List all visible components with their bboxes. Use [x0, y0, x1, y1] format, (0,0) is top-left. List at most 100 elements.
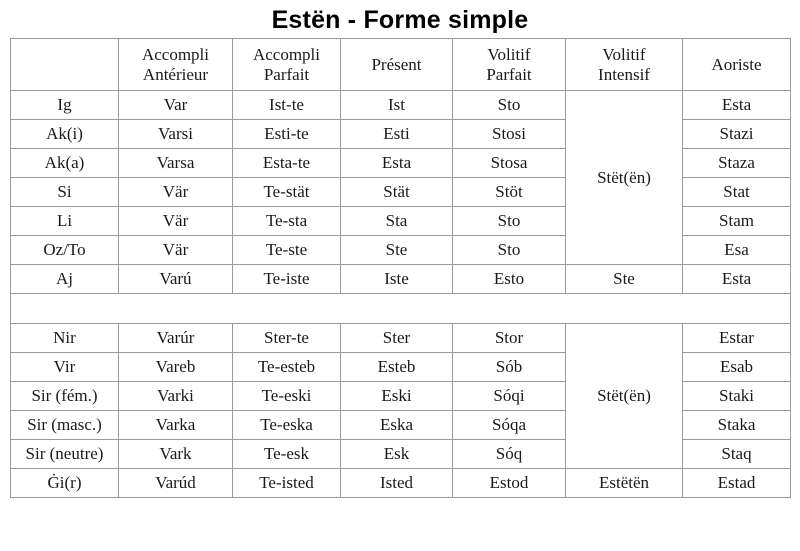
- cell-volitif-parfait: Sóqi: [452, 381, 566, 411]
- cell-aoriste: Esa: [682, 235, 791, 265]
- cell-pronoun: Ġi(r): [10, 468, 119, 498]
- column-header-volitif-intensif: Volitif Intensif: [565, 38, 683, 91]
- cell-accompli-anterieur: Varka: [118, 410, 233, 440]
- column-header-present: Présent: [340, 38, 453, 91]
- table-row: Ġi(r) Varúd Te-isted Isted Estod Estëtën Estad: [10, 468, 791, 498]
- table-body: Accompli Antérieur Accompli Parfait Présent V…: [10, 38, 791, 498]
- cell-aoriste: Staza: [682, 148, 791, 178]
- cell-volitif-intensif-merged: Stët(ën): [565, 90, 683, 265]
- column-header-accompli-parfait: Accompli Parfait: [232, 38, 341, 91]
- column-header-line2: Parfait: [486, 64, 532, 84]
- cell-accompli-anterieur: Vark: [118, 439, 233, 469]
- spacer-cell: [10, 293, 791, 324]
- cell-aoriste: Stam: [682, 206, 791, 236]
- column-header-volitif-parfait: Volitif Parfait: [452, 38, 566, 91]
- cell-aoriste: Estad: [682, 468, 791, 498]
- cell-pronoun: Ig: [10, 90, 119, 120]
- cell-pronoun: Sir (neutre): [10, 439, 119, 469]
- column-header-aoriste: Aoriste: [682, 38, 791, 91]
- cell-accompli-parfait: Ist-te: [232, 90, 341, 120]
- cell-accompli-anterieur: Varki: [118, 381, 233, 411]
- cell-aoriste: Esta: [682, 90, 791, 120]
- cell-aoriste: Esab: [682, 352, 791, 382]
- cell-accompli-parfait: Esti-te: [232, 119, 341, 149]
- cell-volitif-intensif-merged: Stët(ën): [565, 323, 683, 469]
- cell-aoriste: Estar: [682, 323, 791, 353]
- cell-pronoun: Ak(a): [10, 148, 119, 178]
- table-header-row: Accompli Antérieur Accompli Parfait Présent V…: [10, 38, 791, 91]
- cell-accompli-parfait: Te-esteb: [232, 352, 341, 382]
- cell-present: Esti: [340, 119, 453, 149]
- cell-present: Eski: [340, 381, 453, 411]
- cell-present: Sta: [340, 206, 453, 236]
- page-root: Estën - Forme simple Accompli Antérieur Ac…: [0, 0, 800, 551]
- table-row: Ig Var Ist-te Ist Sto Stët(ën) Esta: [10, 90, 791, 265]
- cell-pronoun: Li: [10, 206, 119, 236]
- cell-accompli-parfait: Ster-te: [232, 323, 341, 353]
- cell-present: Eska: [340, 410, 453, 440]
- cell-volitif-parfait: Sto: [452, 90, 566, 120]
- column-header-line1: Accompli: [252, 44, 321, 64]
- cell-aoriste: Staki: [682, 381, 791, 411]
- cell-volitif-parfait: Sób: [452, 352, 566, 382]
- column-header-line1: Aoriste: [711, 54, 762, 74]
- cell-accompli-anterieur: Varúr: [118, 323, 233, 353]
- cell-accompli-anterieur: Varsa: [118, 148, 233, 178]
- cell-accompli-anterieur: Varú: [118, 264, 233, 294]
- cell-accompli-anterieur: Vär: [118, 206, 233, 236]
- cell-present: Isted: [340, 468, 453, 498]
- cell-accompli-parfait: Te-ste: [232, 235, 341, 265]
- cell-accompli-parfait: Te-sta: [232, 206, 341, 236]
- cell-pronoun: Si: [10, 177, 119, 207]
- cell-present: Iste: [340, 264, 453, 294]
- conjugation-table-wrapper: Accompli Antérieur Accompli Parfait Présent V…: [0, 38, 800, 498]
- cell-accompli-anterieur: Varsi: [118, 119, 233, 149]
- table-row: Aj Varú Te-iste Iste Esto Ste Esta: [10, 264, 791, 294]
- cell-volitif-parfait: Esto: [452, 264, 566, 294]
- column-header-line2: Parfait: [263, 64, 310, 84]
- cell-pronoun: Ak(i): [10, 119, 119, 149]
- cell-accompli-anterieur: Var: [118, 90, 233, 120]
- column-header-pronoun: [10, 38, 119, 91]
- cell-accompli-parfait: Te-isted: [232, 468, 341, 498]
- cell-accompli-parfait: Te-stät: [232, 177, 341, 207]
- cell-present: Ster: [340, 323, 453, 353]
- cell-accompli-parfait: Te-eska: [232, 410, 341, 440]
- cell-volitif-parfait: Stöt: [452, 177, 566, 207]
- cell-aoriste: Esta: [682, 264, 791, 294]
- column-header-line1: Présent: [371, 54, 422, 74]
- cell-pronoun: Sir (fém.): [10, 381, 119, 411]
- cell-volitif-parfait: Stosa: [452, 148, 566, 178]
- cell-accompli-anterieur: Vär: [118, 235, 233, 265]
- column-header-line1: Volitif: [602, 44, 646, 64]
- cell-accompli-parfait: Esta-te: [232, 148, 341, 178]
- cell-accompli-parfait: Te-eski: [232, 381, 341, 411]
- cell-pronoun: Sir (masc.): [10, 410, 119, 440]
- column-header-line1: Volitif: [487, 44, 531, 64]
- conjugation-table: Accompli Antérieur Accompli Parfait Présent V…: [10, 38, 791, 498]
- table-row: Nir Varúr Ster-te Ster Stor Stët(ën) Estar: [10, 323, 791, 469]
- cell-volitif-parfait: Stosi: [452, 119, 566, 149]
- cell-accompli-anterieur: Vär: [118, 177, 233, 207]
- cell-present: Stät: [340, 177, 453, 207]
- cell-accompli-parfait: Te-iste: [232, 264, 341, 294]
- cell-aoriste: Staq: [682, 439, 791, 469]
- cell-volitif-parfait: Sto: [452, 235, 566, 265]
- cell-present: Esta: [340, 148, 453, 178]
- cell-volitif-parfait: Stor: [452, 323, 566, 353]
- cell-volitif-intensif: Estëtën: [565, 468, 683, 498]
- cell-present: Esk: [340, 439, 453, 469]
- cell-aoriste: Staka: [682, 410, 791, 440]
- cell-accompli-parfait: Te-esk: [232, 439, 341, 469]
- cell-pronoun: Vir: [10, 352, 119, 382]
- spacer-row: [10, 293, 791, 324]
- column-header-line1: Accompli: [141, 44, 210, 64]
- cell-volitif-parfait: Estod: [452, 468, 566, 498]
- cell-aoriste: Stat: [682, 177, 791, 207]
- cell-accompli-anterieur: Vareb: [118, 352, 233, 382]
- cell-volitif-parfait: Sóqa: [452, 410, 566, 440]
- cell-present: Esteb: [340, 352, 453, 382]
- cell-pronoun: Aj: [10, 264, 119, 294]
- column-header-line2: Intensif: [598, 64, 650, 84]
- cell-present: Ste: [340, 235, 453, 265]
